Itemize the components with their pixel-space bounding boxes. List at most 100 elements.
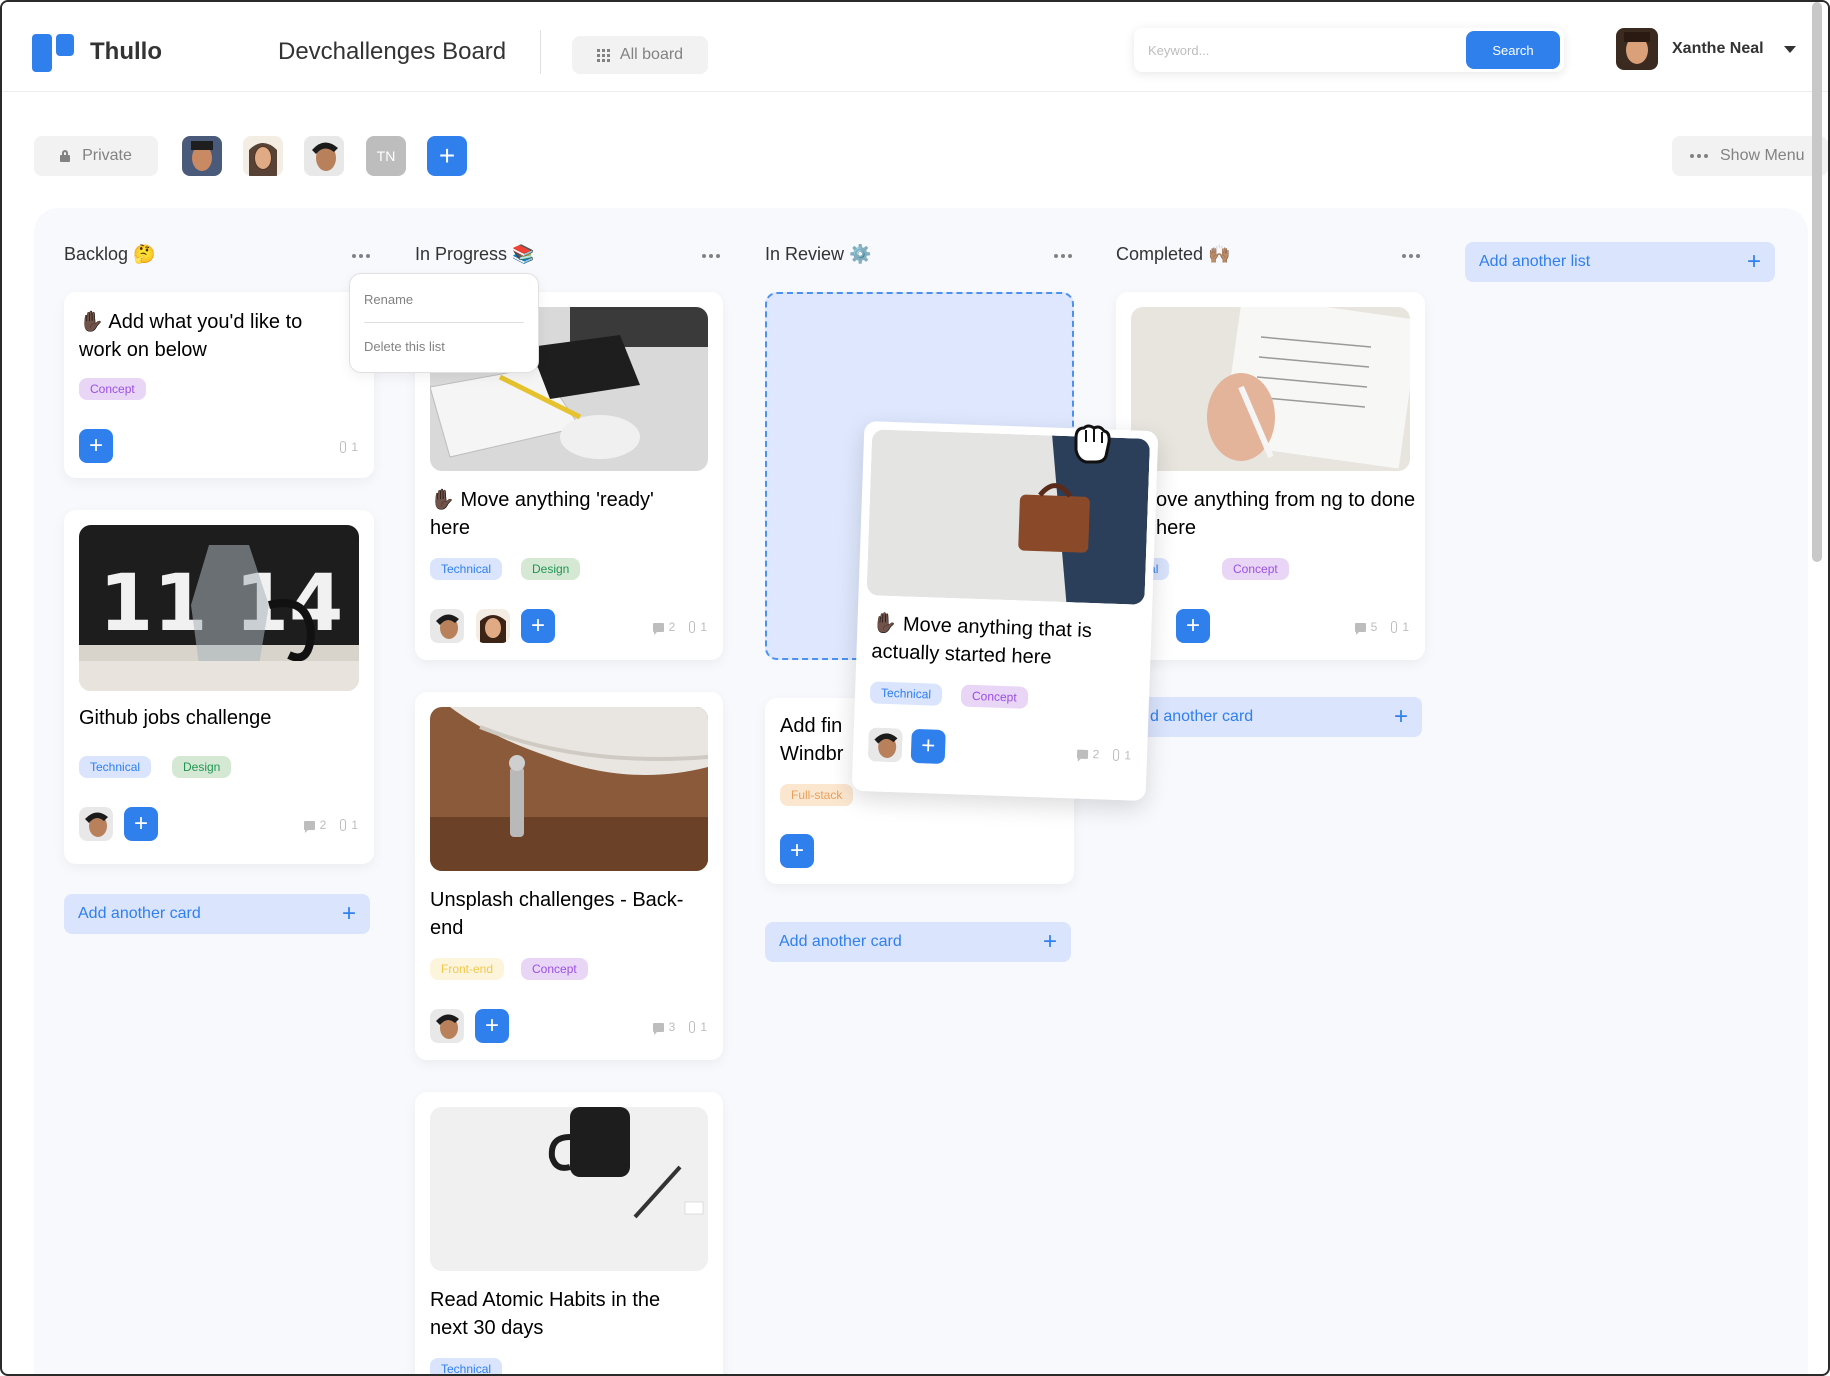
show-menu-button[interactable]: Show Menu [1672, 136, 1828, 176]
add-member-button[interactable]: + [521, 609, 555, 643]
all-board-button[interactable]: All board [572, 36, 708, 74]
paperclip-icon [689, 621, 696, 633]
show-menu-label: Show Menu [1720, 147, 1805, 164]
list-options-menu: Rename Delete this list [349, 273, 539, 373]
tag-label: Design [521, 558, 581, 580]
tag-label: Concept [521, 958, 588, 980]
attachment-count: 1 [1391, 620, 1409, 634]
delete-list-option[interactable]: Delete this list [364, 339, 445, 354]
plus-icon: + [1393, 703, 1408, 730]
member-avatar[interactable] [304, 136, 344, 176]
member-avatar[interactable] [430, 1009, 464, 1043]
card-title: Add fin Windbr [780, 715, 844, 765]
member-avatar[interactable] [243, 136, 283, 176]
search-button[interactable]: Search [1466, 31, 1560, 69]
board-title: Devchallenges Board [278, 38, 507, 65]
attachment-count: 1 [340, 440, 358, 454]
top-bar: Thullo Devchallenges Board All board Sea… [2, 2, 1828, 92]
add-member-button[interactable]: + [910, 728, 946, 764]
add-card-button[interactable]: Add another card + [765, 922, 1071, 962]
card-title: ✋🏿 Move anything 'ready' here [430, 489, 654, 539]
paperclip-icon [340, 819, 347, 831]
grab-cursor-icon [1074, 424, 1111, 464]
comment-icon [652, 1022, 664, 1035]
add-member-button[interactable]: + [780, 834, 814, 868]
menu-divider [364, 322, 524, 323]
thullo-logo[interactable] [32, 30, 76, 72]
more-icon [1690, 154, 1708, 158]
card-cover-image: 11 14 [79, 525, 359, 691]
list-menu-icon[interactable] [702, 254, 720, 258]
paperclip-icon [689, 1021, 696, 1033]
list-title-completed[interactable]: Completed 🙌🏽 [1116, 244, 1230, 265]
card-title: Read Atomic Habits in the next 30 days [430, 1289, 661, 1339]
add-card-button[interactable]: Add another card + [64, 894, 370, 934]
dragged-card[interactable]: ✋🏿 Move anything that is actually starte… [851, 420, 1159, 802]
lock-icon [60, 150, 71, 162]
card-meta: 2 1 [652, 620, 707, 635]
member-avatar[interactable] [79, 807, 113, 841]
add-member-button[interactable]: + [1176, 609, 1210, 643]
add-list-label: Add another list [1479, 253, 1591, 270]
list-menu-icon[interactable] [1402, 254, 1420, 258]
card[interactable]: Read Atomic Habits in the next 30 days T… [415, 1092, 723, 1374]
tag-label: Technical [869, 681, 943, 706]
add-card-button[interactable]: d another card + [1136, 697, 1422, 737]
user-dropdown-icon[interactable] [1784, 46, 1796, 53]
tag-label: Concept [960, 684, 1029, 709]
comment-count: 2 [303, 818, 326, 833]
search-input[interactable] [1148, 38, 1408, 62]
card-title: ove anything from ng to done here [1156, 489, 1416, 539]
comment-icon [1354, 622, 1366, 635]
attachment-count: 1 [1113, 748, 1131, 762]
add-card-label: Add another card [78, 905, 201, 922]
list-title-in-progress[interactable]: In Progress 📚 [415, 244, 534, 265]
card-meta: 3 1 [652, 1020, 707, 1035]
tag-label: Design [172, 756, 232, 778]
add-member-button[interactable]: + [79, 429, 113, 463]
add-member-button[interactable]: + [124, 807, 158, 841]
list-menu-icon[interactable] [352, 254, 370, 258]
card-cover-image [430, 1107, 708, 1271]
tag-label: Concept [79, 378, 146, 400]
visibility-label: Private [82, 147, 132, 164]
card-cover-image [430, 707, 708, 871]
member-initials-avatar[interactable]: TN [366, 136, 406, 176]
list-title-in-review[interactable]: In Review ⚙️ [765, 244, 871, 265]
member-avatar[interactable] [476, 609, 510, 643]
add-list-button[interactable]: Add another list + [1465, 242, 1775, 282]
card[interactable]: 11 14 Github jobs challenge Technical De… [64, 510, 374, 864]
member-avatar[interactable] [430, 609, 464, 643]
card-meta: 5 1 [1354, 620, 1409, 635]
plus-icon: + [1746, 248, 1761, 275]
grid-icon [596, 48, 610, 62]
attachment-count: 1 [689, 620, 707, 634]
comment-count: 2 [1076, 747, 1100, 761]
user-avatar[interactable] [1616, 28, 1658, 70]
plus-icon: + [341, 900, 356, 927]
paperclip-icon [1113, 748, 1120, 762]
tag-label: Concept [1222, 558, 1289, 580]
member-avatar[interactable] [867, 727, 903, 763]
comment-count: 3 [652, 1020, 675, 1035]
search-bar: Search [1134, 28, 1564, 72]
card[interactable]: ✋🏿 Add what you'd like to work on below … [64, 292, 374, 478]
list-title-backlog[interactable]: Backlog 🤔 [64, 244, 155, 265]
user-name[interactable]: Xanthe Neal [1672, 40, 1764, 58]
card[interactable]: ove anything from ng to done here hnical… [1116, 292, 1425, 660]
list-menu-icon[interactable] [1054, 254, 1072, 258]
tag-label: Front-end [430, 958, 505, 980]
member-avatar[interactable] [182, 136, 222, 176]
app-window: Thullo Devchallenges Board All board Sea… [0, 0, 1830, 1376]
invite-member-button[interactable]: + [427, 136, 467, 176]
visibility-button[interactable]: Private [34, 136, 158, 176]
rename-list-option[interactable]: Rename [364, 292, 413, 307]
header-divider [540, 30, 541, 74]
add-card-label: d another card [1150, 708, 1254, 725]
card[interactable]: Unsplash challenges - Back-end Front-end… [415, 692, 723, 1060]
tag-label: Technical [430, 558, 503, 580]
app-name: Thullo [90, 38, 162, 65]
add-member-button[interactable]: + [475, 1009, 509, 1043]
paperclip-icon [340, 441, 347, 453]
vertical-scrollbar[interactable] [1812, 2, 1822, 562]
